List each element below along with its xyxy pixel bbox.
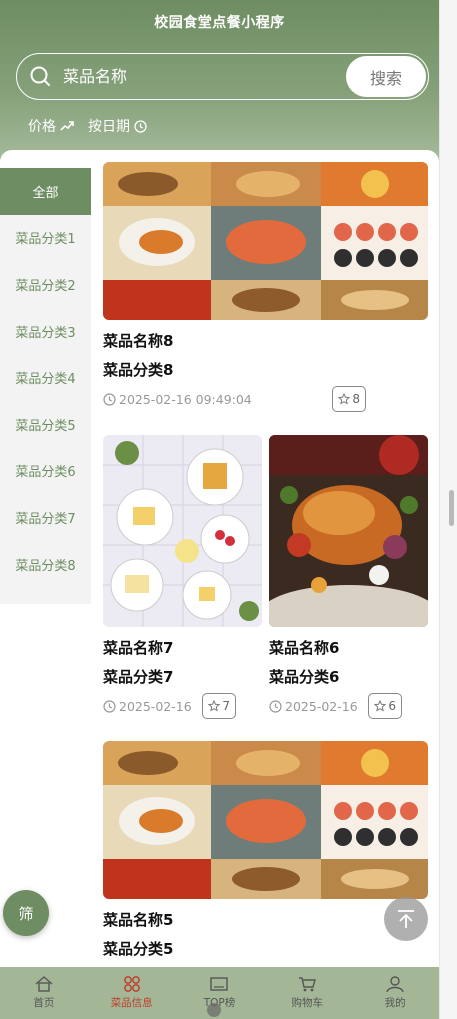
clock-icon	[103, 392, 116, 406]
tab-mine[interactable]: 我的	[351, 967, 439, 1019]
tab-cart-label: 购物车	[291, 997, 324, 1009]
dish-date-text: 2025-02-16	[119, 698, 192, 714]
clock-icon	[103, 699, 116, 713]
dish-name: 菜品名称6	[269, 639, 340, 657]
grid-icon	[123, 976, 140, 992]
dish-name: 菜品名称5	[103, 911, 174, 929]
search-icon	[30, 66, 50, 86]
tab-dishes-label: 菜品信息	[110, 997, 153, 1009]
trend-up-icon	[60, 121, 74, 131]
scrollbar-thumb[interactable]	[449, 490, 454, 526]
sidebar-item-category6[interactable]: 菜品分类6	[0, 448, 91, 495]
clock-icon	[269, 699, 282, 713]
dish-date-text: 2025-02-16 09:49:04	[119, 391, 252, 407]
favorite-count: 7	[222, 699, 230, 713]
dish-meta: 2025-02-16 7	[103, 693, 262, 719]
phone-screen: 校园食堂点餐小程序 搜索 价格 按日期	[0, 0, 439, 1019]
dish-image-collage	[103, 162, 428, 320]
dish-date-text: 2025-02-16	[285, 698, 358, 714]
dish-meta: 2025-02-16 6	[269, 693, 428, 719]
home-indicator	[207, 1003, 221, 1017]
arrow-up-icon	[398, 910, 414, 928]
dish-meta: 2025-02-16 09:49:04 8	[103, 386, 428, 412]
sidebar-item-category8[interactable]: 菜品分类8	[0, 541, 91, 588]
dish-card[interactable]: 菜品名称8 菜品分类8 2025-02-16 09:49:04 8	[103, 162, 428, 412]
category-sidebar: 全部 菜品分类1 菜品分类2 菜品分类3 菜品分类4 菜品分类5 菜品分类6 菜…	[0, 168, 91, 604]
dish-image-roast	[269, 435, 428, 627]
sort-date-label: 按日期	[88, 119, 130, 135]
star-icon	[338, 393, 351, 405]
dish-name: 菜品名称8	[103, 332, 174, 350]
header: 校园食堂点餐小程序 搜索 价格 按日期	[0, 0, 439, 170]
search-bar: 搜索	[16, 53, 429, 100]
dish-date: 2025-02-16	[269, 699, 358, 714]
tab-home-label: 首页	[33, 997, 55, 1009]
scrollbar-track[interactable]	[439, 0, 457, 1019]
sidebar-item-category4[interactable]: 菜品分类4	[0, 354, 91, 401]
dish-category: 菜品分类5	[103, 940, 174, 958]
dish-date: 2025-02-16	[103, 699, 192, 714]
sort-options: 价格 按日期	[28, 116, 147, 136]
favorite-count: 6	[388, 699, 396, 713]
star-icon	[374, 700, 387, 712]
tab-cart[interactable]: 购物车	[263, 967, 351, 1019]
filter-button[interactable]: 筛	[3, 890, 49, 936]
page-title: 校园食堂点餐小程序	[154, 15, 285, 31]
favorite-count-badge[interactable]: 8	[332, 386, 366, 412]
sort-price-label: 价格	[28, 119, 56, 135]
sidebar-item-all[interactable]: 全部	[0, 168, 91, 215]
star-icon	[208, 700, 221, 712]
sort-date[interactable]: 按日期	[88, 116, 147, 136]
clock-icon	[134, 119, 147, 133]
cart-icon	[299, 977, 317, 992]
dish-card[interactable]: 菜品名称7 菜品分类7 2025-02-16 7	[103, 435, 262, 719]
favorite-count-badge[interactable]: 6	[368, 693, 402, 719]
user-icon	[386, 976, 404, 992]
sort-price[interactable]: 价格	[28, 116, 74, 136]
content-panel: 全部 菜品分类1 菜品分类2 菜品分类3 菜品分类4 菜品分类5 菜品分类6 菜…	[0, 150, 439, 970]
search-button[interactable]: 搜索	[346, 56, 426, 97]
sidebar-item-category3[interactable]: 菜品分类3	[0, 308, 91, 355]
dish-image-breakfast	[103, 435, 262, 627]
dish-card[interactable]: 菜品名称5 菜品分类5	[103, 741, 428, 959]
sidebar-item-category5[interactable]: 菜品分类5	[0, 401, 91, 448]
sidebar-item-category2[interactable]: 菜品分类2	[0, 261, 91, 308]
search-input[interactable]	[63, 54, 333, 98]
sidebar-item-category7[interactable]: 菜品分类7	[0, 494, 91, 541]
dish-category: 菜品分类7	[103, 668, 174, 686]
dish-category: 菜品分类8	[103, 361, 174, 379]
home-icon	[35, 976, 53, 992]
favorite-count-badge[interactable]: 7	[202, 693, 236, 719]
dish-category: 菜品分类6	[269, 668, 340, 686]
dish-image-collage	[103, 741, 428, 899]
dish-name: 菜品名称7	[103, 639, 174, 657]
dish-card[interactable]: 菜品名称6 菜品分类6 2025-02-16 6	[269, 435, 428, 719]
dish-date: 2025-02-16 09:49:04	[103, 392, 252, 407]
tab-mine-label: 我的	[384, 997, 406, 1009]
tab-dishes[interactable]: 菜品信息	[88, 967, 176, 1019]
ranking-icon	[210, 977, 229, 991]
sidebar-item-category1[interactable]: 菜品分类1	[0, 215, 91, 262]
tab-home[interactable]: 首页	[0, 967, 88, 1019]
back-to-top-button[interactable]	[384, 897, 428, 941]
favorite-count: 8	[352, 392, 360, 406]
